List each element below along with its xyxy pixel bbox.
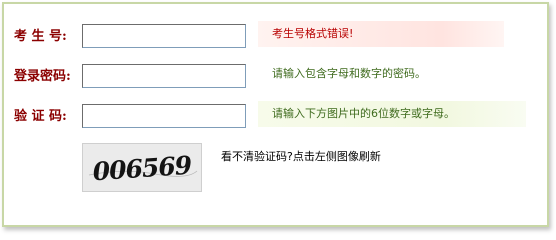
captcha-image-graphic: 006569 [83, 144, 201, 191]
captcha-hint-message: 请输入下方图片中的6位数字或字母。 [272, 107, 455, 120]
candidate-no-input[interactable] [82, 24, 246, 48]
captcha-label: 验 证 码: [14, 109, 67, 124]
candidate-no-error-message: 考生号格式错误! [272, 27, 354, 40]
password-input[interactable] [82, 64, 246, 88]
candidate-no-label: 考 生 号: [14, 29, 67, 44]
password-label: 登录密码: [14, 69, 71, 84]
captcha-refresh-link[interactable]: 看不清验证码?点击左侧图像刷新 [221, 150, 381, 164]
captcha-image[interactable]: 006569 [82, 143, 202, 192]
captcha-input[interactable] [82, 104, 246, 128]
password-hint-message: 请输入包含字母和数字的密码。 [272, 67, 426, 80]
